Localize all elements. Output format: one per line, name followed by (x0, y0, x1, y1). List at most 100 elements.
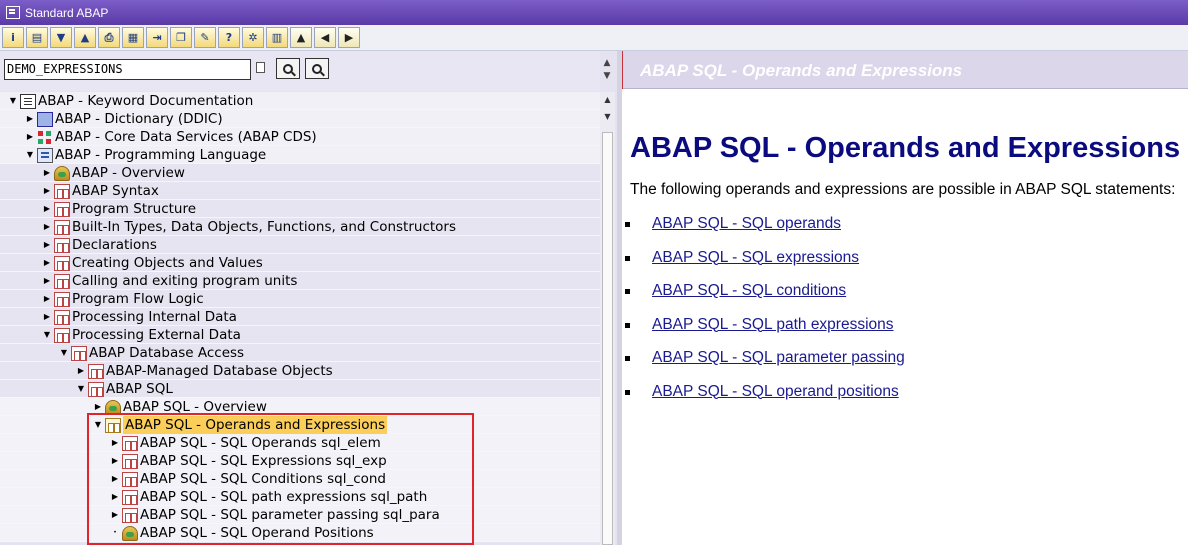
dictionary-icon (37, 112, 53, 127)
expand-arrow-icon[interactable]: ▶ (25, 110, 35, 128)
spinner-up-icon[interactable]: ▲ (600, 57, 614, 70)
tree-item-label: ABAP - Core Data Services (ABAP CDS) (55, 129, 317, 145)
cds-icon (37, 130, 53, 145)
expand-arrow-icon[interactable]: ▶ (42, 182, 52, 200)
tree-item[interactable]: ▶ ABAP - Overview (0, 164, 600, 182)
tree-item-label: ABAP - Overview (72, 165, 185, 181)
copy-icon[interactable]: ❐ (170, 27, 192, 48)
doc-link[interactable]: ABAP SQL - SQL operand positions (652, 383, 899, 400)
tree-item-label: ABAP - Keyword Documentation (38, 93, 254, 109)
settings-icon[interactable]: ? (218, 27, 240, 48)
tree-item[interactable]: ▶ Creating Objects and Values (0, 254, 600, 272)
doc-link[interactable]: ABAP SQL - SQL conditions (652, 282, 846, 299)
tree-item[interactable]: ▶ Program Structure (0, 200, 600, 218)
search-next-button[interactable] (305, 58, 329, 79)
folder-icon (88, 364, 104, 379)
export-icon[interactable]: ⇥ (146, 27, 168, 48)
tree-item-label: ABAP Syntax (72, 183, 159, 199)
doc-link[interactable]: ABAP SQL - SQL operands (652, 215, 841, 232)
scroll-down-icon[interactable]: ▼ (600, 109, 615, 124)
folder-icon (54, 328, 70, 343)
link-list-item: ABAP SQL - SQL conditions (625, 281, 905, 315)
nav-forward-icon[interactable]: ▶ (338, 27, 360, 48)
expand-arrow-icon[interactable]: ▶ (25, 128, 35, 146)
expand-arrow-icon[interactable]: ▶ (42, 218, 52, 236)
tree-item[interactable]: ▶ Declarations (0, 236, 600, 254)
expand-arrow-icon[interactable]: ▶ (42, 200, 52, 218)
expand-arrow-icon[interactable]: ▶ (42, 254, 52, 272)
tree-item[interactable]: ▼ ABAP SQL (0, 380, 600, 398)
collapse-arrow-icon[interactable]: ▼ (42, 326, 52, 344)
tree-item-label: ABAP - Dictionary (DDIC) (55, 111, 223, 127)
tree-item-label: Declarations (72, 237, 157, 253)
expand-arrow-icon[interactable]: ▶ (42, 236, 52, 254)
collapse-arrow-icon[interactable]: ▼ (76, 380, 86, 398)
tree-item-label: ABAP Database Access (89, 345, 245, 361)
scroll-up-icon[interactable]: ▲ (600, 92, 615, 107)
collapse-arrow-icon[interactable]: ▼ (8, 92, 18, 110)
search-input[interactable]: DEMO_EXPRESSIONS (4, 59, 251, 80)
tree-item-label: Program Flow Logic (72, 291, 204, 307)
link-list-item: ABAP SQL - SQL parameter passing (625, 348, 905, 382)
gear-icon[interactable]: ✲ (242, 27, 264, 48)
folder-icon (54, 256, 70, 271)
page-setup-icon[interactable]: ▦ (122, 27, 144, 48)
tree-item-label: ABAP SQL (106, 381, 173, 397)
folder-icon (71, 346, 87, 361)
collapse-icon[interactable]: ▲ (74, 27, 96, 48)
expand-arrow-icon[interactable]: ▶ (42, 164, 52, 182)
tree-item[interactable]: ▼ ABAP - Keyword Documentation (0, 92, 600, 110)
tree-item[interactable]: ▼ ABAP - Programming Language (0, 146, 600, 164)
tree-item[interactable]: ▶ Calling and exiting program units (0, 272, 600, 290)
tree-item-label: Processing Internal Data (72, 309, 237, 325)
link-list-item: ABAP SQL - SQL path expressions (625, 315, 905, 349)
search-spinner[interactable]: ▲ ▼ (600, 57, 614, 87)
tree-item-label: Processing External Data (72, 327, 241, 343)
book-icon (20, 94, 36, 109)
nav-back-icon[interactable]: ◀ (314, 27, 336, 48)
document-small-icon[interactable] (256, 62, 265, 73)
tree-scrollbar[interactable]: ▲ ▼ (600, 92, 615, 545)
search-button[interactable] (276, 58, 300, 79)
tree-item[interactable]: ▶ ABAP - Core Data Services (ABAP CDS) (0, 128, 600, 146)
link-list-item: ABAP SQL - SQL operands (625, 214, 905, 248)
document-icon[interactable]: ▤ (26, 27, 48, 48)
expand-arrow-icon[interactable]: ▶ (42, 272, 52, 290)
tree-item[interactable]: ▶ ABAP Syntax (0, 182, 600, 200)
tree-item[interactable]: ▶ ABAP-Managed Database Objects (0, 362, 600, 380)
expand-icon[interactable]: ▼ (50, 27, 72, 48)
doc-link[interactable]: ABAP SQL - SQL parameter passing (652, 349, 905, 366)
book-icon[interactable]: ▥ (266, 27, 288, 48)
scroll-thumb[interactable] (602, 132, 613, 545)
tree-item-label: ABAP - Programming Language (55, 147, 267, 163)
tree-item[interactable]: ▶ ABAP - Dictionary (DDIC) (0, 110, 600, 128)
tree-item[interactable]: ▶ Processing Internal Data (0, 308, 600, 326)
tree-item[interactable]: ▶ Built-In Types, Data Objects, Functions… (0, 218, 600, 236)
intro-text: The following operands and expressions a… (630, 181, 1176, 198)
tree-item[interactable]: ▶ Program Flow Logic (0, 290, 600, 308)
doc-link[interactable]: ABAP SQL - SQL expressions (652, 249, 859, 266)
tree-item[interactable]: ▼ ABAP Database Access (0, 344, 600, 362)
print-icon[interactable]: ⎙ (98, 27, 120, 48)
page-title: ABAP SQL - Operands and Expressions (630, 132, 1181, 164)
bookmark-icon[interactable]: ✎ (194, 27, 216, 48)
spinner-down-icon[interactable]: ▼ (600, 70, 614, 83)
info-icon[interactable]: i (2, 27, 24, 48)
tree-item-label: Built-In Types, Data Objects, Functions,… (72, 219, 457, 235)
expand-arrow-icon[interactable]: ▶ (42, 290, 52, 308)
collapse-arrow-icon[interactable]: ▼ (59, 344, 69, 362)
title-bar: Standard ABAP (0, 0, 1188, 25)
collapse-arrow-icon[interactable]: ▼ (25, 146, 35, 164)
program-icon (37, 148, 53, 163)
tree-item[interactable]: ▼ Processing External Data (0, 326, 600, 344)
window-title: Standard ABAP (25, 5, 109, 20)
window-icon (6, 6, 20, 19)
doc-link[interactable]: ABAP SQL - SQL path expressions (652, 316, 894, 333)
expand-arrow-icon[interactable]: ▶ (42, 308, 52, 326)
content-header-title: ABAP SQL - Operands and Expressions (640, 61, 963, 80)
link-list-item: ABAP SQL - SQL operand positions (625, 382, 905, 416)
tree-item-label: Program Structure (72, 201, 197, 217)
expand-arrow-icon[interactable]: ▶ (76, 362, 86, 380)
folder-icon (54, 184, 70, 199)
nav-up-icon[interactable]: ▲ (290, 27, 312, 48)
